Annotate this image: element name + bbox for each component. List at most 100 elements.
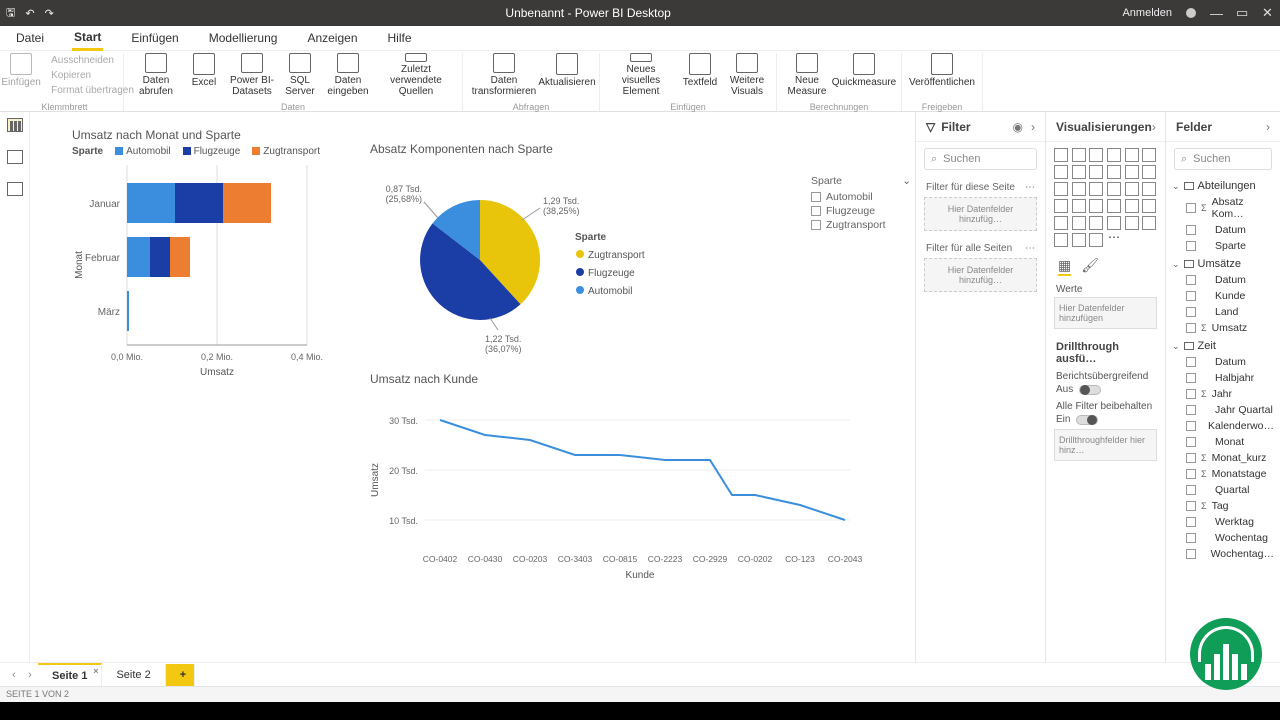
- field-table[interactable]: ⌄Abteilungen: [1166, 176, 1280, 194]
- report-canvas[interactable]: Umsatz nach Monat und Sparte Sparte Auto…: [30, 112, 915, 676]
- viz-type-icon[interactable]: [1089, 148, 1103, 162]
- sparte-slicer[interactable]: Sparte⌄ Automobil Flugzeuge Zugtransport: [811, 172, 911, 232]
- viz-type-icon[interactable]: [1072, 216, 1086, 230]
- excel-button[interactable]: Excel: [184, 53, 224, 97]
- new-visual-button[interactable]: Neues visuelles Element: [606, 53, 676, 97]
- viz-type-icon[interactable]: [1107, 148, 1121, 162]
- viz-type-icon[interactable]: [1107, 199, 1121, 213]
- viz-type-icon[interactable]: [1142, 165, 1156, 179]
- more-visuals-button[interactable]: Weitere Visuals: [724, 53, 770, 97]
- user-avatar-icon[interactable]: [1186, 8, 1196, 18]
- menu-insert[interactable]: Einfügen: [129, 27, 180, 49]
- enter-data-button[interactable]: Daten eingeben: [322, 53, 374, 97]
- viz-type-icon[interactable]: [1054, 148, 1068, 162]
- textbox-button[interactable]: Textfeld: [678, 53, 722, 97]
- filter-search-input[interactable]: ⌕Suchen: [924, 148, 1037, 170]
- field-table[interactable]: ⌄Umsätze: [1166, 254, 1280, 272]
- page-tab-1[interactable]: Seite 1×: [38, 663, 102, 687]
- field-item[interactable]: Land: [1166, 304, 1280, 320]
- recent-sources-button[interactable]: Zuletzt verwendete Quellen: [376, 53, 456, 97]
- field-item[interactable]: Datum: [1166, 354, 1280, 370]
- more-icon[interactable]: ⋯: [1025, 182, 1035, 193]
- viz-type-icon[interactable]: [1142, 216, 1156, 230]
- field-item[interactable]: ΣTag: [1166, 498, 1280, 514]
- fields-search-input[interactable]: ⌕Suchen: [1174, 148, 1272, 170]
- all-pages-filter-dropzone[interactable]: Hier Datenfelder hinzufüg…: [924, 258, 1037, 292]
- field-item[interactable]: Wochentag: [1166, 530, 1280, 546]
- field-item[interactable]: Sparte: [1166, 238, 1280, 254]
- viz-type-icon[interactable]: [1107, 165, 1121, 179]
- menu-start[interactable]: Start: [72, 26, 103, 51]
- viz-type-icon[interactable]: [1125, 165, 1139, 179]
- values-dropzone[interactable]: Hier Datenfelder hinzufügen: [1054, 297, 1157, 329]
- viz-type-icon[interactable]: [1089, 216, 1103, 230]
- undo-icon[interactable]: ↶: [25, 7, 34, 20]
- close-tab-icon[interactable]: ×: [93, 666, 98, 676]
- viz-type-icon[interactable]: [1107, 182, 1121, 196]
- viz-type-icon[interactable]: [1089, 165, 1103, 179]
- field-item[interactable]: Quartal: [1166, 482, 1280, 498]
- viz-type-icon[interactable]: [1089, 199, 1103, 213]
- slicer-option[interactable]: Automobil: [811, 190, 911, 204]
- collapse-icon[interactable]: ›: [1031, 120, 1035, 134]
- publish-button[interactable]: Veröffentlichen: [908, 53, 976, 97]
- field-item[interactable]: Datum: [1166, 272, 1280, 288]
- collapse-icon[interactable]: ›: [1266, 120, 1270, 134]
- save-icon[interactable]: 🖫: [6, 4, 15, 23]
- more-icon[interactable]: ⋯: [1025, 243, 1035, 254]
- field-item[interactable]: ΣUmsatz: [1166, 320, 1280, 336]
- chevron-down-icon[interactable]: ⌄: [902, 175, 911, 187]
- viz-type-icon[interactable]: [1125, 182, 1139, 196]
- minimize-icon[interactable]: —: [1210, 6, 1222, 21]
- viz-type-icon[interactable]: [1125, 199, 1139, 213]
- more-visuals-icon[interactable]: [1107, 233, 1121, 247]
- drillthrough-dropzone[interactable]: Drillthroughfelder hier hinz…: [1054, 429, 1157, 461]
- format-tab-icon[interactable]: 🖌: [1081, 257, 1099, 276]
- report-view-icon[interactable]: [7, 118, 23, 132]
- refresh-button[interactable]: Aktualisieren: [541, 53, 593, 97]
- menu-help[interactable]: Hilfe: [386, 27, 414, 49]
- viz-type-icon[interactable]: [1142, 182, 1156, 196]
- transform-data-button[interactable]: Daten transformieren: [469, 53, 539, 97]
- viz-type-icon[interactable]: [1125, 148, 1139, 162]
- field-item[interactable]: ΣJahr: [1166, 386, 1280, 402]
- menu-model[interactable]: Modellierung: [207, 27, 280, 49]
- next-page-icon[interactable]: ›: [22, 669, 38, 681]
- page-tab-2[interactable]: Seite 2: [102, 664, 165, 686]
- field-item[interactable]: Datum: [1166, 222, 1280, 238]
- viz-type-icon[interactable]: [1107, 216, 1121, 230]
- slicer-option[interactable]: Zugtransport: [811, 218, 911, 232]
- viz-type-icon[interactable]: [1054, 182, 1068, 196]
- viz-type-icon[interactable]: [1142, 199, 1156, 213]
- field-item[interactable]: Monat: [1166, 434, 1280, 450]
- viz-type-icon[interactable]: [1054, 165, 1068, 179]
- model-view-icon[interactable]: [7, 182, 23, 196]
- sql-server-button[interactable]: SQL Server: [280, 53, 320, 97]
- line-chart-visual[interactable]: Umsatz nach Kunde 30 Tsd. 20 Tsd. 10 Tsd…: [370, 372, 890, 603]
- pbi-datasets-button[interactable]: Power BI-Datasets: [226, 53, 278, 97]
- field-item[interactable]: Halbjahr: [1166, 370, 1280, 386]
- add-page-button[interactable]: +: [166, 664, 195, 686]
- viz-type-icon[interactable]: [1089, 182, 1103, 196]
- prev-page-icon[interactable]: ‹: [6, 669, 22, 681]
- field-item[interactable]: Werktag: [1166, 514, 1280, 530]
- slicer-option[interactable]: Flugzeuge: [811, 204, 911, 218]
- field-item[interactable]: Jahr Quartal: [1166, 402, 1280, 418]
- viz-type-icon[interactable]: [1072, 199, 1086, 213]
- viz-type-icon[interactable]: [1125, 216, 1139, 230]
- maximize-icon[interactable]: ▭: [1236, 5, 1248, 21]
- collapse-icon[interactable]: ›: [1152, 120, 1156, 134]
- close-icon[interactable]: ✕: [1262, 5, 1274, 21]
- viz-type-icon[interactable]: [1072, 233, 1086, 247]
- fields-tab-icon[interactable]: ▦: [1058, 257, 1071, 276]
- field-item[interactable]: ΣMonat_kurz: [1166, 450, 1280, 466]
- get-data-button[interactable]: Daten abrufen: [130, 53, 182, 97]
- field-table[interactable]: ⌄Zeit: [1166, 336, 1280, 354]
- keep-filters-toggle[interactable]: [1076, 415, 1098, 425]
- viz-type-icon[interactable]: [1072, 182, 1086, 196]
- redo-icon[interactable]: ↷: [45, 7, 54, 20]
- menu-file[interactable]: Datei: [14, 27, 46, 49]
- sign-in-link[interactable]: Anmelden: [1122, 7, 1172, 19]
- viz-type-icon[interactable]: [1072, 165, 1086, 179]
- new-measure-button[interactable]: Neue Measure: [783, 53, 831, 97]
